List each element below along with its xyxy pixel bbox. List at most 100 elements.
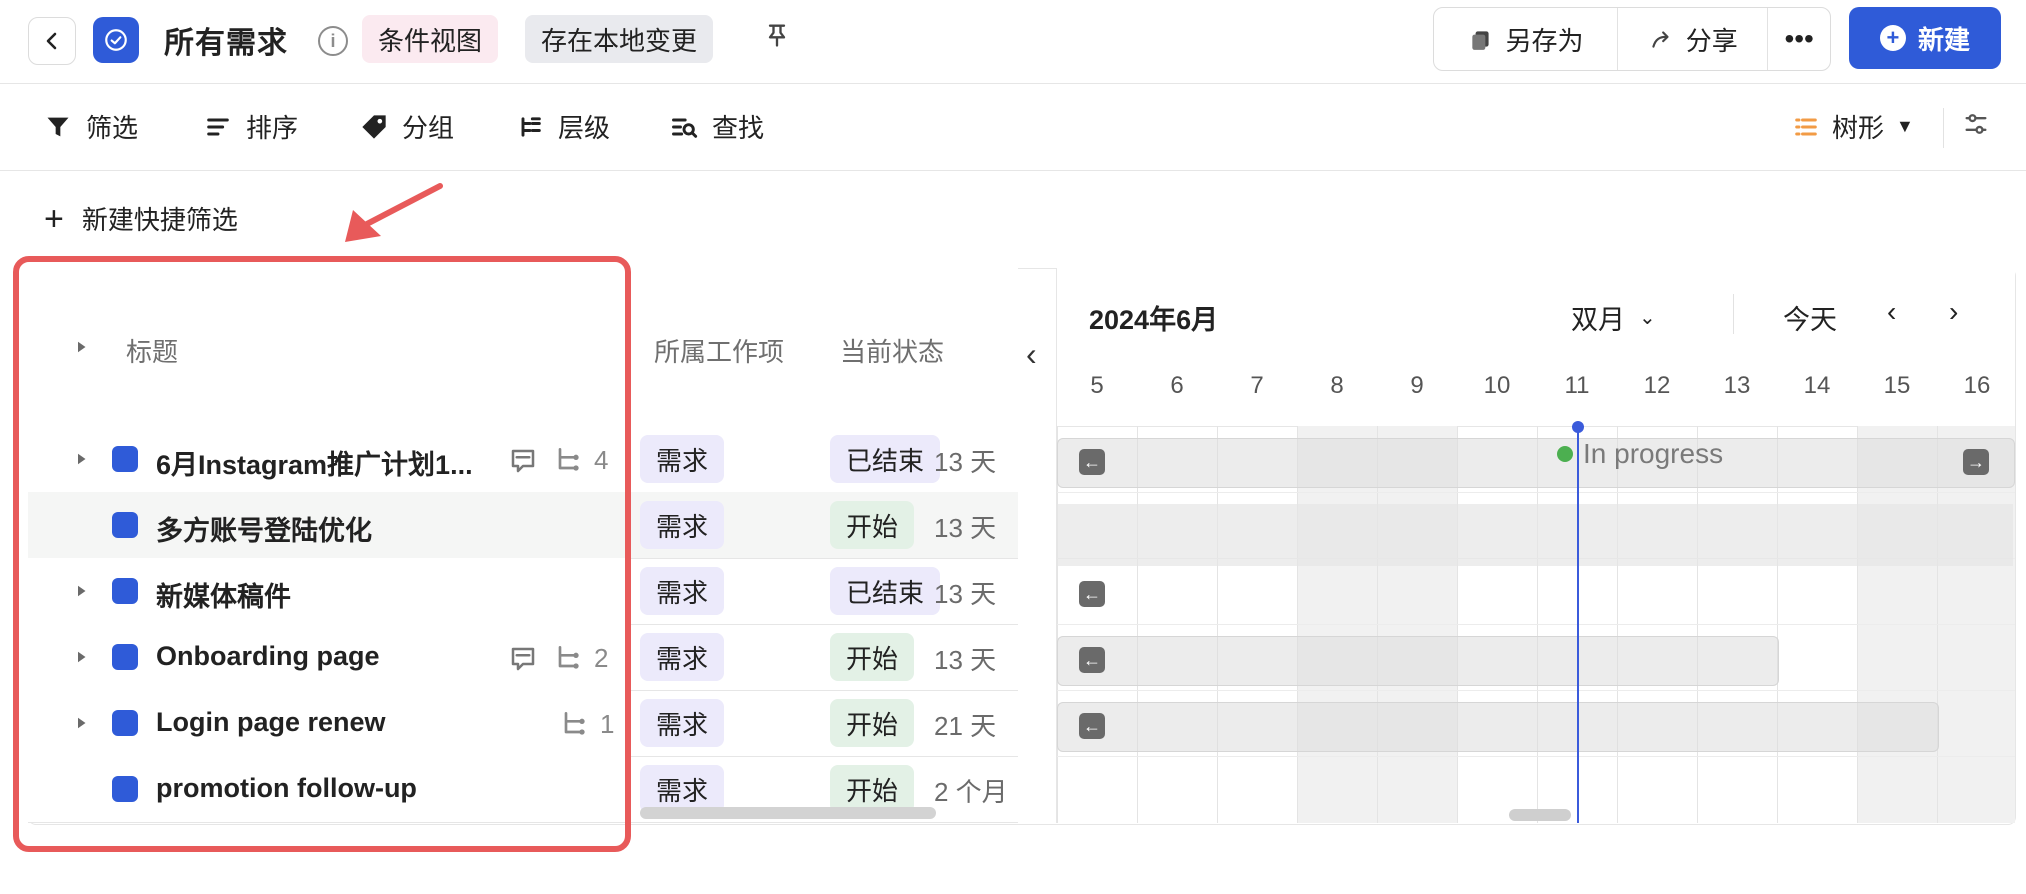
gantt-day: 5 bbox=[1090, 372, 1104, 399]
status-chip[interactable]: 已结束 bbox=[830, 435, 941, 483]
gantt-bar[interactable] bbox=[1057, 636, 1779, 686]
share-button[interactable]: 分享 bbox=[1617, 8, 1767, 70]
chevron-down-icon: ⌄ bbox=[1639, 307, 1656, 329]
group-button[interactable]: 分组 bbox=[360, 108, 454, 145]
table-row[interactable]: 多方账号登陆优化 bbox=[28, 492, 626, 559]
duration-text: 13 天 bbox=[934, 645, 997, 675]
row-title: 新媒体稿件 bbox=[156, 582, 291, 612]
middle-columns: 所属工作项 当前状态 需求 已结束 13 天 需求 开始 13 天 需求 已结束… bbox=[626, 268, 1018, 823]
type-chip: 需求 bbox=[640, 699, 725, 747]
table-row[interactable]: 新媒体稿件 bbox=[28, 558, 626, 625]
duration-text: 13 天 bbox=[934, 447, 997, 477]
arrow-left-icon[interactable]: ← bbox=[1079, 713, 1105, 739]
table-row[interactable]: 需求 已结束 13 天 bbox=[626, 558, 1018, 625]
expand-icon[interactable] bbox=[72, 338, 90, 356]
gantt-day: 10 bbox=[1483, 372, 1511, 399]
status-chip[interactable]: 开始 bbox=[830, 501, 915, 549]
gantt-day: 7 bbox=[1250, 372, 1264, 399]
subtask-count[interactable]: 2 bbox=[552, 642, 608, 674]
back-button[interactable] bbox=[28, 17, 76, 65]
subtask-count-value: 4 bbox=[594, 444, 609, 475]
level-button[interactable]: 层级 bbox=[516, 108, 610, 145]
subtask-count-value: 1 bbox=[600, 708, 615, 739]
local-changes-chip[interactable]: 存在本地变更 bbox=[525, 15, 714, 63]
new-label: 新建 bbox=[1917, 24, 1970, 55]
table-row[interactable]: 需求 已结束 13 天 bbox=[626, 426, 1018, 493]
table-row[interactable]: Onboarding page 2 bbox=[28, 624, 626, 691]
subtask-count[interactable]: 1 bbox=[558, 708, 614, 740]
find-button[interactable]: 查找 bbox=[670, 108, 764, 145]
subtask-icon bbox=[558, 448, 579, 471]
gantt-chart: 2024年6月 双月 ⌄ 今天 ‹ › 5 6 7 8 9 10 11 12 1… bbox=[1056, 268, 2015, 823]
status-chip[interactable]: 开始 bbox=[830, 633, 915, 681]
tree-view-dropdown[interactable]: 树形 ▼ bbox=[1792, 108, 1914, 145]
duration-text: 13 天 bbox=[934, 579, 997, 609]
save-as-button[interactable]: 另存为 bbox=[1434, 8, 1617, 70]
row-title: promotion follow-up bbox=[156, 773, 417, 803]
level-label: 层级 bbox=[558, 113, 611, 143]
horizontal-scrollbar[interactable] bbox=[640, 807, 936, 819]
duration-text: 21 天 bbox=[934, 711, 997, 741]
item-type-icon bbox=[112, 446, 138, 472]
arrow-left-icon[interactable]: ← bbox=[1079, 647, 1105, 673]
arrow-left-icon[interactable]: ← bbox=[1079, 581, 1105, 607]
type-chip: 需求 bbox=[640, 567, 725, 615]
gantt-bar[interactable] bbox=[1057, 438, 2015, 488]
status-chip[interactable]: 开始 bbox=[830, 765, 915, 813]
subtask-count-value: 2 bbox=[594, 642, 609, 673]
today-button[interactable]: 今天 bbox=[1783, 298, 1837, 337]
type-chip: 需求 bbox=[640, 765, 725, 813]
prev-period-icon[interactable]: ‹ bbox=[1887, 296, 1896, 328]
row-title: 6月Instagram推广计划1... bbox=[156, 450, 473, 480]
gantt-day: 16 bbox=[1963, 372, 1991, 399]
gantt-mode-dropdown[interactable]: 双月 ⌄ bbox=[1571, 298, 1656, 337]
next-period-icon[interactable]: › bbox=[1949, 296, 1958, 328]
arrow-right-icon[interactable]: → bbox=[1963, 449, 1989, 475]
gantt-bar[interactable] bbox=[1057, 702, 1939, 752]
chevron-left-icon[interactable]: ‹ bbox=[1026, 336, 1037, 373]
status-chip[interactable]: 开始 bbox=[830, 699, 915, 747]
in-progress-label: In progress bbox=[1557, 438, 1723, 470]
table-row[interactable]: 需求 开始 13 天 bbox=[626, 624, 1018, 691]
chevron-left-icon bbox=[46, 32, 57, 50]
expand-icon[interactable] bbox=[72, 714, 90, 732]
duration-text: 2 个月 bbox=[934, 777, 1008, 807]
table-row[interactable]: 需求 开始 21 天 bbox=[626, 690, 1018, 757]
arrow-left-icon[interactable]: ← bbox=[1079, 449, 1105, 475]
gantt-row-sep bbox=[1057, 756, 2015, 757]
share-icon bbox=[1652, 31, 1669, 48]
item-type-icon bbox=[112, 710, 138, 736]
expand-icon[interactable] bbox=[72, 648, 90, 666]
row-title: Onboarding page bbox=[156, 641, 380, 671]
table-row[interactable]: promotion follow-up bbox=[28, 756, 626, 823]
row-title: 多方账号登陆优化 bbox=[156, 516, 372, 546]
table-row[interactable]: 需求 开始 13 天 bbox=[626, 492, 1018, 559]
filter-icon bbox=[47, 117, 69, 136]
table-row[interactable]: Login page renew 1 bbox=[28, 690, 626, 757]
condition-view-chip[interactable]: 条件视图 bbox=[362, 15, 499, 63]
type-chip: 需求 bbox=[640, 435, 725, 483]
info-icon[interactable]: i bbox=[318, 26, 348, 56]
gantt-horizontal-scrollbar[interactable] bbox=[1509, 809, 1571, 821]
expand-icon[interactable] bbox=[72, 450, 90, 468]
status-chip[interactable]: 已结束 bbox=[830, 567, 941, 615]
subtask-count[interactable]: 4 bbox=[552, 444, 608, 476]
filter-button[interactable]: 筛选 bbox=[44, 108, 138, 145]
subtask-icon bbox=[558, 646, 579, 669]
sort-button[interactable]: 排序 bbox=[204, 108, 298, 145]
settings-icon[interactable] bbox=[1962, 110, 1990, 143]
row-title: Login page renew bbox=[156, 707, 386, 737]
work-item-header: 所属工作项 bbox=[654, 337, 785, 367]
comment-icon[interactable] bbox=[508, 446, 538, 476]
pin-icon[interactable] bbox=[763, 21, 791, 56]
new-quick-filter[interactable]: + 新建快捷筛选 bbox=[44, 200, 238, 237]
find-label: 查找 bbox=[712, 113, 765, 143]
comment-icon[interactable] bbox=[508, 644, 538, 674]
title-list: 标题 6月Instagram推广计划1... 4 多方账号登陆优化 新媒体稿件 bbox=[28, 268, 627, 823]
table-row[interactable]: 6月Instagram推广计划1... 4 bbox=[28, 426, 626, 493]
gantt-row-sep bbox=[1057, 690, 2015, 691]
expand-icon[interactable] bbox=[72, 582, 90, 600]
more-button[interactable]: ••• bbox=[1767, 8, 1830, 70]
check-circle-icon bbox=[105, 29, 127, 51]
new-button[interactable]: + 新建 bbox=[1849, 7, 2001, 69]
